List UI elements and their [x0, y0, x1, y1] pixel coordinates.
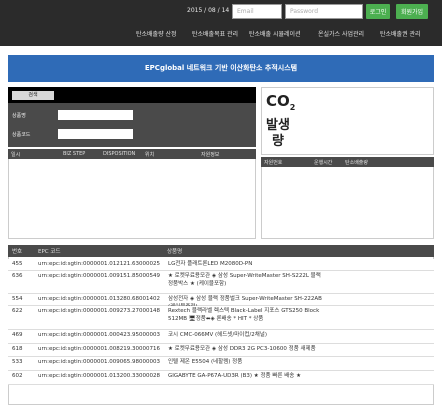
table-row[interactable]: 622 urn:epc:id:sgtin:0000001.009273.27000…	[8, 306, 434, 330]
row-epc-code: urn:epc:id:sgtin:0000001.009273.27000148	[38, 308, 160, 314]
co2-sub: 2	[289, 103, 296, 112]
co2-main: CO	[266, 92, 290, 110]
col-location: 위치	[145, 152, 155, 158]
col-resource-info: 자원정보	[201, 152, 220, 158]
row-epc-code: urn:epc:id:sgtin:0000001.009065.98000003	[38, 359, 160, 365]
row-product-name: 코시 CMC-066MV (헤드셋/마이컵/2채널)	[168, 332, 268, 338]
row-number: 636	[12, 273, 23, 279]
login-button[interactable]: 로그인	[366, 4, 390, 19]
row-number: 554	[12, 296, 23, 302]
table-row[interactable]: 636 urn:epc:id:sgtin:0000001.009151.85000…	[8, 271, 434, 294]
product-code-label: 상품코드	[12, 132, 31, 138]
emission-heading: 발생 량	[266, 118, 290, 150]
col-product-name: 상품명	[167, 249, 183, 255]
menu-item-simulation[interactable]: 탄소배출 시뮬레이션	[249, 29, 301, 38]
row-epc-code: urn:epc:id:sgtin:0000001.012121.63000025	[38, 261, 160, 267]
col-epc-code: EPC 코드	[38, 249, 61, 255]
event-list-panel	[8, 149, 256, 239]
row-number: 602	[12, 373, 23, 379]
table-row[interactable]: 618 urn:epc:id:sgtin:0000001.008219.30000…	[8, 344, 434, 357]
table-row[interactable]: 455 urn:epc:id:sgtin:0000001.012121.63000…	[8, 259, 434, 271]
row-epc-code: urn:epc:id:sgtin:0000001.013200.33000028	[38, 373, 160, 379]
product-name-label: 상품명	[12, 113, 26, 119]
password-input[interactable]	[285, 4, 363, 19]
col-run-time: 운행시간	[314, 160, 333, 166]
email-input[interactable]	[232, 4, 282, 19]
row-epc-code: urn:epc:id:sgtin:0000001.008219.30000716	[38, 346, 160, 352]
table-row[interactable]: 533 urn:epc:id:sgtin:0000001.009065.98000…	[8, 357, 434, 371]
page-title: EPCglobal 네트워크 기반 이산화탄소 추적시스템	[8, 55, 434, 82]
col-emission: 탄소배출량	[345, 160, 369, 166]
menu-item-carbon-calc[interactable]: 탄소배출량 산정	[136, 29, 177, 38]
emission-line1: 발생	[266, 118, 290, 133]
row-product-name: 인텔 제온 E5504 (네할렘) 정품	[168, 359, 243, 365]
emission-list-panel	[261, 157, 434, 239]
co2-heading: CO2	[266, 92, 295, 112]
table-row[interactable]: 602 urn:epc:id:sgtin:0000001.013200.33000…	[8, 371, 434, 385]
emission-line2: 량	[272, 134, 284, 149]
col-disposition: DISPOSITION	[103, 151, 136, 157]
signup-button[interactable]: 회원가입	[396, 4, 428, 19]
col-no: 번호	[12, 249, 23, 255]
col-resource-no: 자원번호	[264, 160, 283, 166]
row-number: 533	[12, 359, 23, 365]
menu-item-credit-mgmt[interactable]: 탄소배출권 관리	[380, 29, 421, 38]
col-datetime: 일시	[11, 152, 21, 158]
row-product-name: ★ 로켓무료용모관 ◈ 삼성 DDR3 2G PC3-10600 정품 새제품	[168, 346, 316, 352]
col-biz-step: BIZ STEP	[63, 151, 86, 157]
row-product-name: Rextech 블랙라벨 렉스텍 Black-Label 지포스 GTS250 …	[168, 308, 320, 322]
current-date: 2015 / 08 / 14	[187, 7, 230, 14]
product-code-input[interactable]	[58, 129, 133, 139]
row-number: 622	[12, 308, 23, 314]
row-epc-code: urn:epc:id:sgtin:0000001.013280.68001402	[38, 296, 160, 302]
row-product-name: GIGABYTE GA-P67A-UD3R (B3) ★ 정품 빠른 배송 ★	[168, 373, 302, 379]
product-table-header	[8, 245, 434, 257]
table-row[interactable]: 554 urn:epc:id:sgtin:0000001.013280.68001…	[8, 294, 434, 310]
menu-item-ghg-project[interactable]: 온실가스 사업관리	[318, 29, 364, 38]
row-number: 618	[12, 346, 23, 352]
search-button[interactable]: 검색	[12, 91, 54, 100]
table-row[interactable]: 469 urn:epc:id:sgtin:0000001.000423.95000…	[8, 330, 434, 344]
menu-item-target-mgmt[interactable]: 탄소배출목표 관리	[192, 29, 238, 38]
row-number: 455	[12, 261, 23, 267]
row-product-name: LG전자 플래트론LED M2080D-PN	[168, 261, 253, 267]
row-product-name: ★ 로켓무료용모관 ◈ 삼성 Super-WriteMaster SH-S222…	[168, 273, 321, 287]
product-name-input[interactable]	[58, 110, 133, 120]
row-epc-code: urn:epc:id:sgtin:0000001.009151.85000549	[38, 273, 160, 279]
row-epc-code: urn:epc:id:sgtin:0000001.000423.95000003	[38, 332, 160, 338]
row-number: 469	[12, 332, 23, 338]
